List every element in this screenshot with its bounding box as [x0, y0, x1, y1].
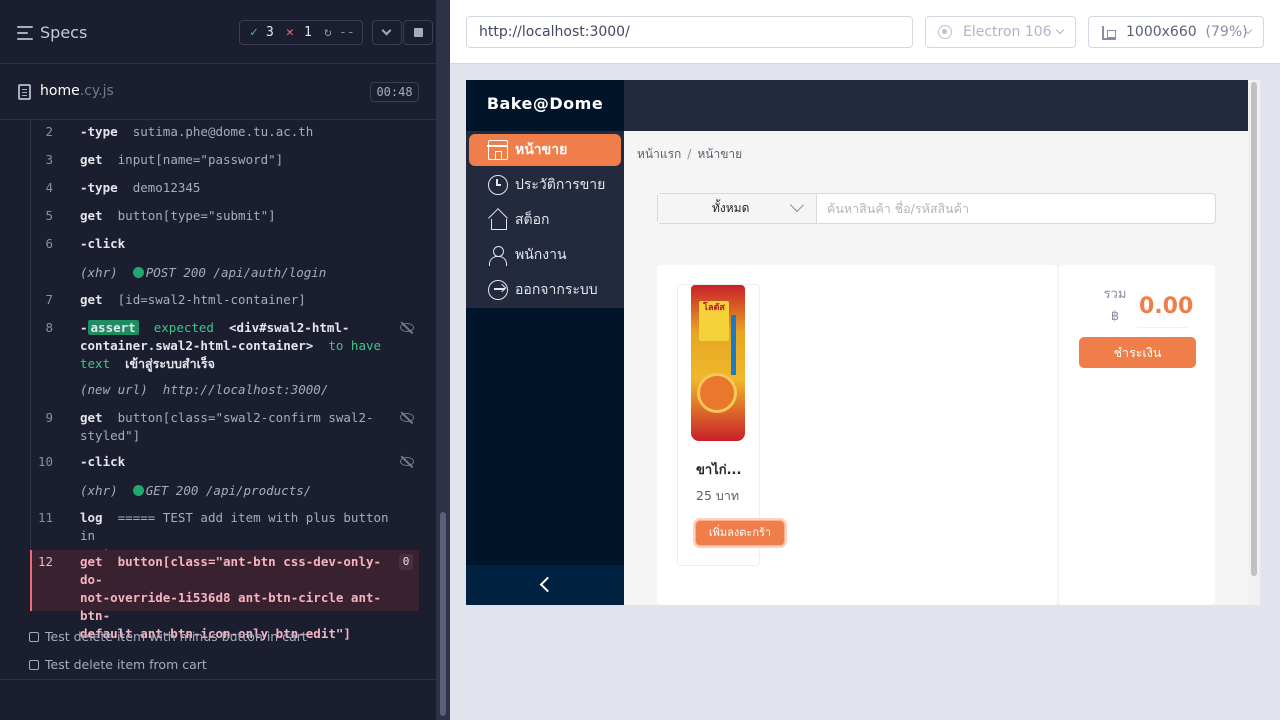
runner-panel: Specs ✓ 3 ✕ 1 ↻ -- home.cy.js 00:48 2 -t… — [0, 0, 436, 720]
scrollbar-thumb[interactable] — [1251, 82, 1257, 576]
failed-count: 1 — [304, 25, 312, 40]
menu-icon[interactable] — [17, 26, 33, 40]
test-stats: ✓ 3 ✕ 1 ↻ -- — [239, 20, 363, 45]
home-icon — [488, 210, 508, 230]
add-to-cart-button[interactable]: เพิ่มลงตะกร้า — [695, 520, 785, 546]
status-dot-icon — [132, 267, 144, 278]
element-count-badge: 0 — [399, 554, 413, 570]
product-price: 25 บาท — [696, 488, 740, 503]
app-frame: Bake@Dome หน้าขาย ประวัติการขาย สต็อก พน… — [466, 80, 1260, 605]
panel-resizer[interactable] — [436, 0, 450, 720]
aut-panel: http://localhost:3000/ Electron 106 1000… — [450, 0, 1280, 720]
eye-slash-icon[interactable] — [399, 411, 415, 425]
logout-icon — [488, 280, 508, 300]
test-item[interactable]: Test delete item from cart — [29, 657, 207, 672]
command-row[interactable]: 11 log ===== TEST add item with plus but… — [30, 509, 419, 561]
chevron-down-icon — [789, 197, 805, 213]
specs-header: Specs ✓ 3 ✕ 1 ↻ -- — [0, 0, 436, 64]
test-status-icon — [29, 660, 39, 670]
cart-panel: รวม ฿ 0.00 ชำระเงิน — [1059, 265, 1215, 605]
checkout-button[interactable]: ชำระเงิน — [1079, 337, 1196, 368]
test-status-icon — [29, 632, 39, 642]
search-input[interactable]: ค้นหาสินค้า ชื่อ/รหัสสินค้า — [827, 194, 969, 223]
clock-icon — [488, 175, 508, 195]
passed-count: 3 — [266, 25, 274, 40]
command-row[interactable]: 9 get button[class="swal2-confirm swal2-… — [30, 409, 419, 445]
breadcrumb-current: หน้าขาย — [697, 147, 743, 161]
product-list: โลตัส ขาไก่... 25 บาท เพิ่มลงตะกร้า — [657, 265, 1057, 605]
status-dot-icon — [132, 485, 144, 496]
run-timer: 00:48 — [370, 82, 419, 102]
specs-title[interactable]: Specs — [40, 23, 87, 42]
breadcrumb-home[interactable]: หน้าแรก — [637, 147, 681, 161]
category-select[interactable]: ทั้งหมด — [658, 194, 817, 223]
sidebar: Bake@Dome หน้าขาย ประวัติการขาย สต็อก พน… — [466, 80, 624, 605]
product-image: โลตัส — [691, 285, 745, 445]
total-label: รวม ฿ — [1103, 287, 1127, 324]
app-logo: Bake@Dome — [466, 80, 624, 131]
product-name: ขาไก่... — [696, 463, 742, 478]
browser-toolbar: http://localhost:3000/ Electron 106 1000… — [450, 0, 1280, 64]
pending-count: -- — [339, 25, 355, 40]
x-icon: ✕ — [286, 25, 294, 40]
main-content: หน้าแรก / หน้าขาย ทั้งหมด ค้นหาสินค้า ชื่อ… — [624, 131, 1248, 605]
assert-badge: assert — [87, 320, 139, 335]
sidebar-menu: หน้าขาย ประวัติการขาย สต็อก พนักงาน ออกจ… — [466, 131, 624, 308]
sidebar-item-sales[interactable]: หน้าขาย — [469, 134, 621, 166]
user-icon — [488, 245, 508, 266]
chevron-left-icon — [539, 576, 556, 593]
check-icon: ✓ — [250, 25, 258, 40]
file-icon — [18, 84, 31, 100]
total-value: 0.00 — [1139, 294, 1194, 319]
eye-slash-icon[interactable] — [399, 321, 415, 335]
stop-button[interactable] — [403, 20, 433, 45]
ruler-icon — [1102, 26, 1116, 40]
expand-button[interactable] — [372, 20, 402, 45]
test-item[interactable]: Test delete item with minus button in ca… — [29, 629, 307, 644]
spinner-icon: ↻ — [324, 25, 332, 40]
shop-icon — [487, 140, 508, 160]
sidebar-item-staff[interactable]: พนักงาน — [469, 239, 621, 271]
sidebar-item-logout[interactable]: ออกจากระบบ — [469, 274, 621, 306]
command-log: 2 -type sutima.phe@dome.tu.ac.th 3 get i… — [30, 120, 419, 641]
app-scrollbar[interactable] — [1248, 80, 1260, 605]
app-header — [624, 80, 1248, 131]
chevron-down-icon — [381, 25, 392, 36]
sidebar-item-history[interactable]: ประวัติการขาย — [469, 169, 621, 201]
spec-file-name[interactable]: home.cy.js — [40, 83, 114, 99]
browser-selector[interactable]: Electron 106 — [925, 16, 1076, 48]
chevron-down-icon — [1055, 25, 1065, 35]
failed-command-row[interactable]: 12 get button[class="ant-btn css-dev-onl… — [30, 550, 419, 641]
viewport-selector[interactable]: 1000x660 (79%) — [1088, 16, 1264, 48]
url-bar[interactable]: http://localhost:3000/ — [466, 16, 913, 48]
scrollbar-thumb[interactable] — [440, 512, 446, 716]
assert-row[interactable]: 8 - assert expected <div#swal2-html- cont… — [30, 319, 419, 373]
product-search: ทั้งหมด ค้นหาสินค้า ชื่อ/รหัสสินค้า — [657, 193, 1216, 224]
stop-icon — [414, 28, 423, 37]
breadcrumb: หน้าแรก / หน้าขาย — [637, 147, 743, 161]
electron-icon — [938, 25, 952, 39]
eye-slash-icon[interactable] — [399, 455, 415, 469]
sidebar-item-stock[interactable]: สต็อก — [469, 204, 621, 236]
sidebar-collapse-button[interactable] — [466, 565, 624, 605]
